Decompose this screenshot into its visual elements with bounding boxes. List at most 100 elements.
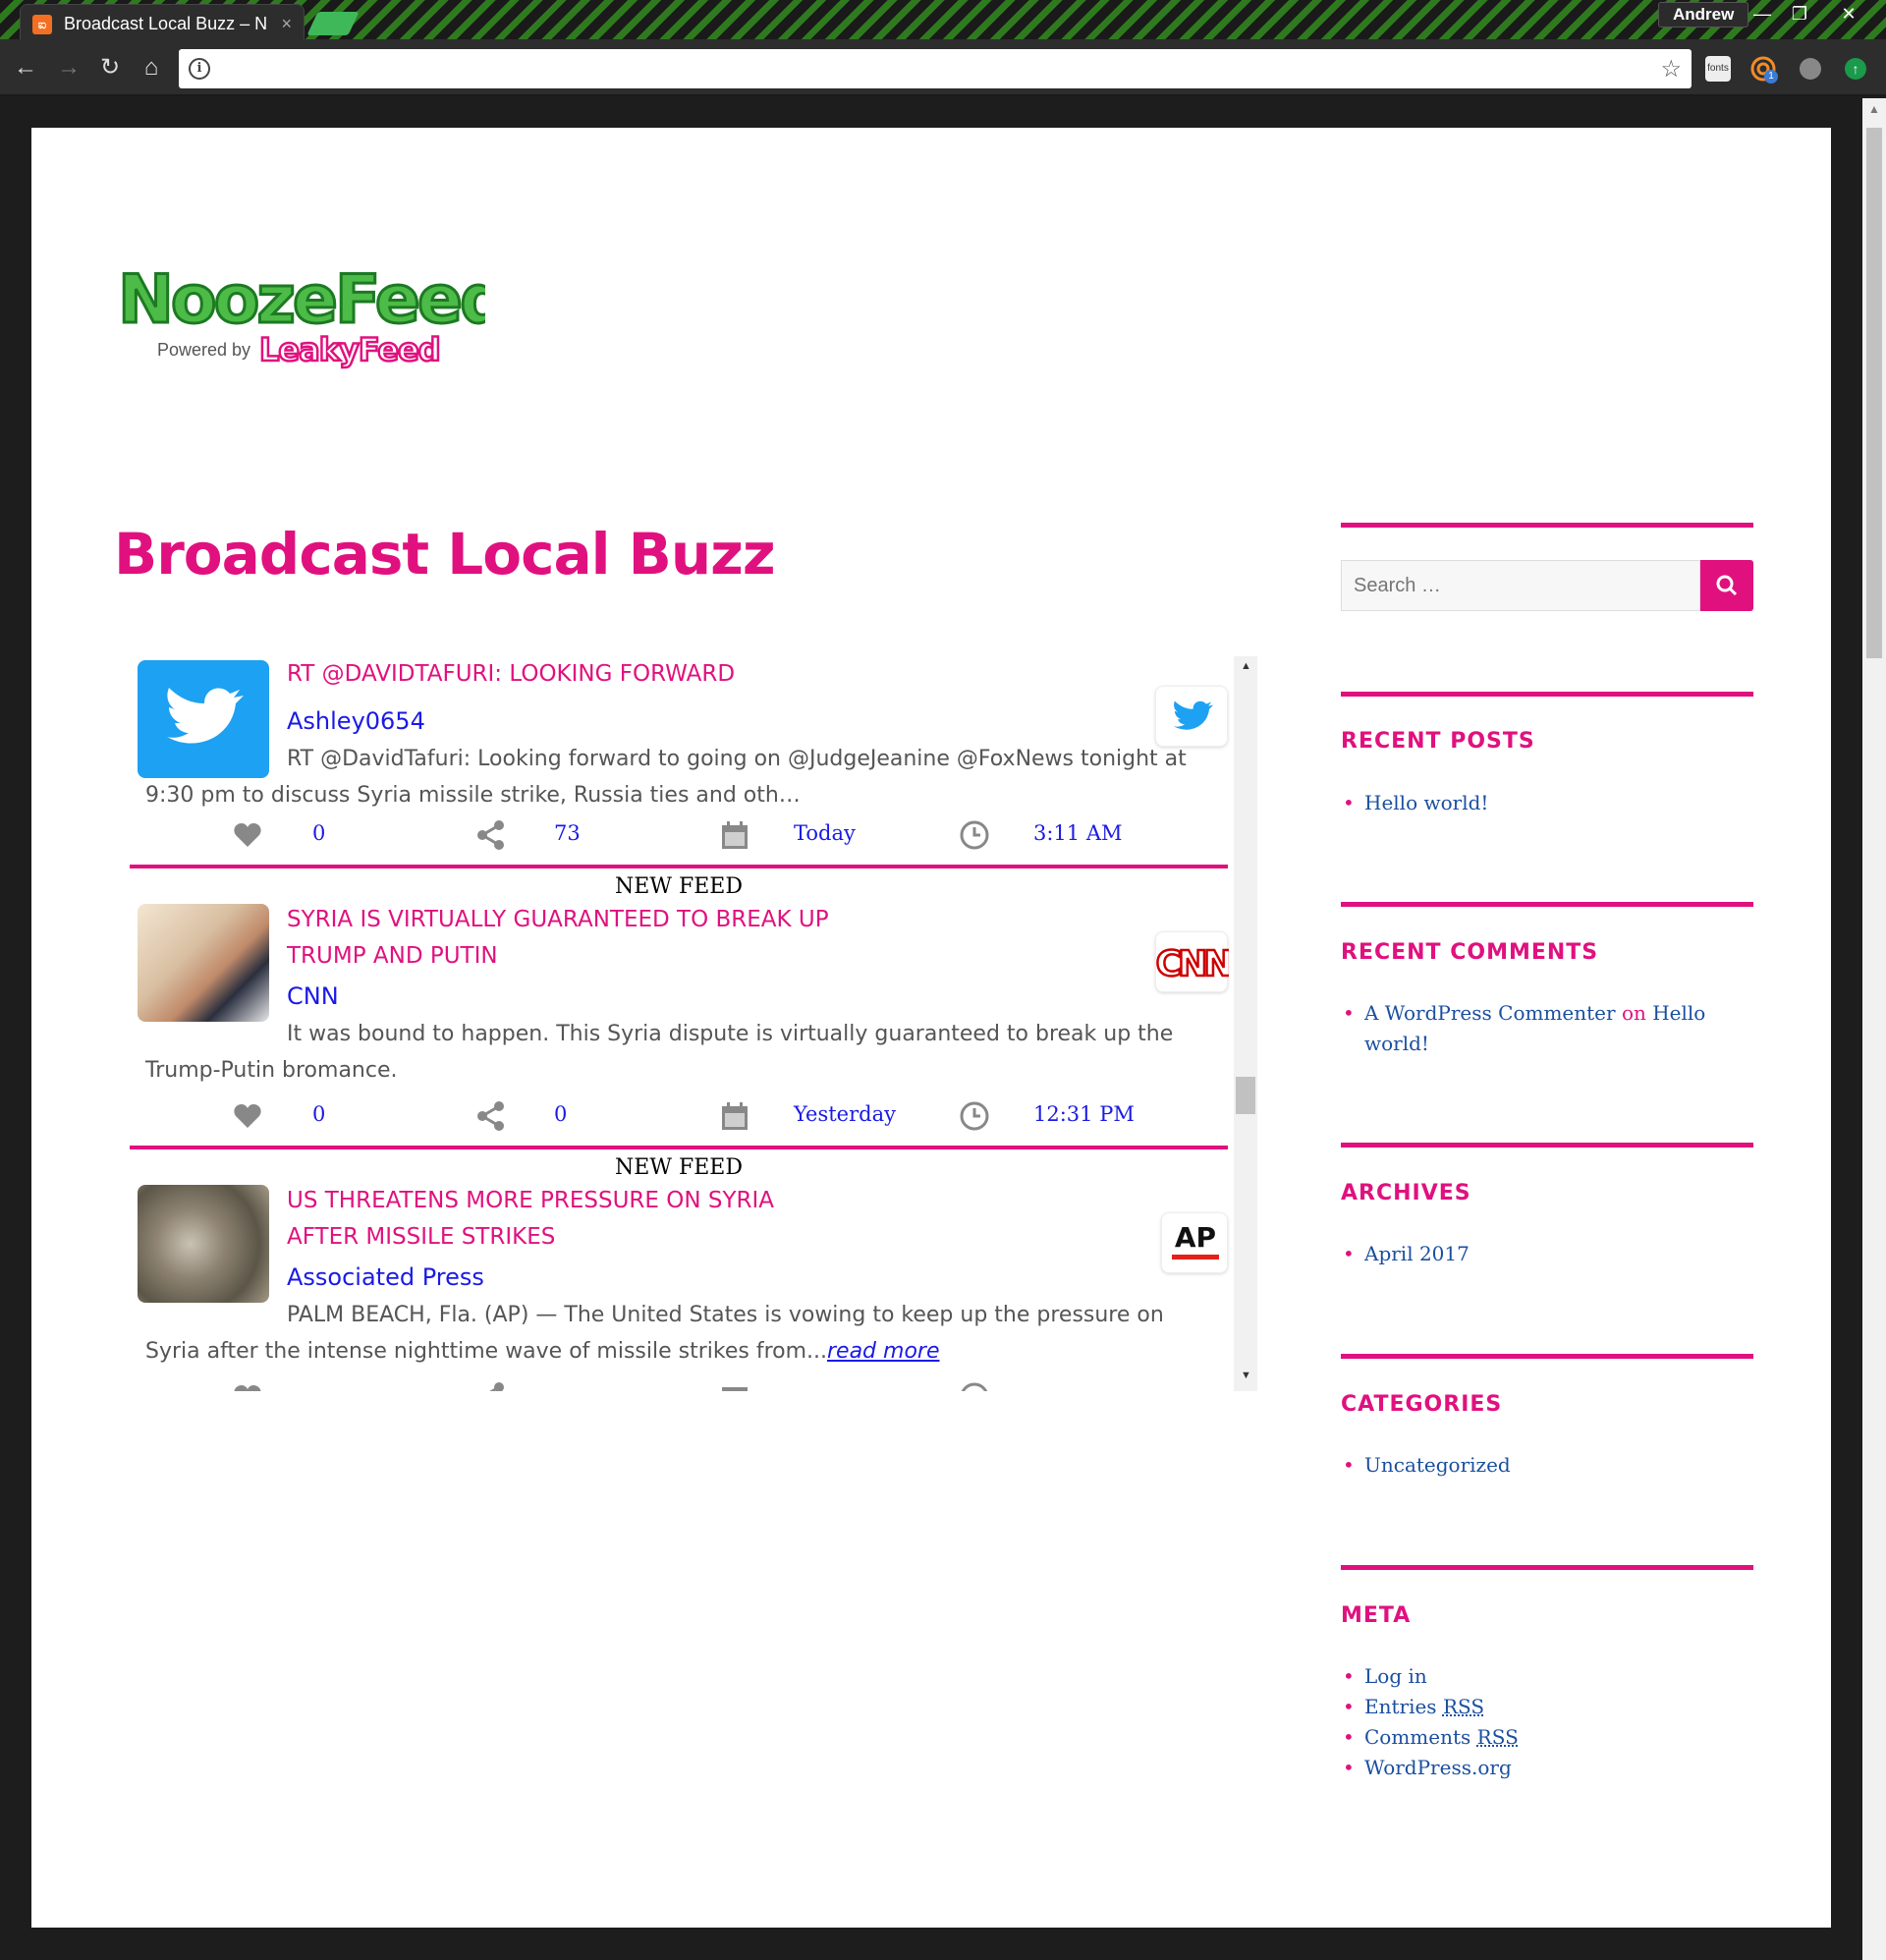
logo-brand-text: LeakyFeed bbox=[259, 331, 440, 368]
widget-divider bbox=[1341, 1354, 1753, 1359]
forward-icon[interactable]: → bbox=[53, 52, 84, 84]
close-window-icon[interactable]: ✕ bbox=[1827, 0, 1870, 28]
share-icon[interactable] bbox=[475, 1100, 507, 1132]
xampp-favicon-icon: ಐ bbox=[32, 14, 52, 34]
feed-divider bbox=[130, 1146, 1228, 1149]
page-body: NoozeFeed Powered by LeakyFeed Broadcast… bbox=[31, 128, 1831, 1928]
recent-post-link[interactable]: Hello world! bbox=[1343, 788, 1747, 818]
feed-scroll-down-icon[interactable]: ▼ bbox=[1241, 1370, 1251, 1381]
feed-time: 12:31 PM bbox=[1033, 1102, 1135, 1126]
feed-scroll-up-icon[interactable]: ▲ bbox=[1241, 660, 1251, 672]
browser-tab[interactable]: ಐ Broadcast Local Buzz – N × bbox=[20, 4, 305, 43]
archive-link[interactable]: April 2017 bbox=[1343, 1239, 1747, 1269]
calendar-icon bbox=[722, 1102, 748, 1130]
calendar-icon bbox=[722, 1387, 748, 1391]
feed-meta: 0 0 Yesterday 12:31 PM bbox=[130, 1096, 1228, 1136]
browser-titlebar: ಐ Broadcast Local Buzz – N × Andrew — ❐ … bbox=[0, 0, 1886, 43]
feed-source[interactable]: Ashley0654 bbox=[287, 707, 425, 735]
trump-photo-thumbnail[interactable] bbox=[138, 904, 269, 1022]
widget-divider bbox=[1341, 1143, 1753, 1148]
comment-author-link[interactable]: A WordPress Commenter bbox=[1364, 1001, 1616, 1025]
tab-close-icon[interactable]: × bbox=[281, 14, 292, 34]
update-arrow-icon[interactable]: ↑ bbox=[1845, 58, 1866, 80]
search-input[interactable] bbox=[1341, 560, 1700, 611]
back-icon[interactable]: ← bbox=[10, 52, 41, 84]
search-button[interactable] bbox=[1700, 560, 1753, 611]
share-icon[interactable] bbox=[475, 1381, 507, 1391]
feed-source[interactable]: CNN bbox=[287, 982, 339, 1010]
categories-title: CATEGORIES bbox=[1341, 1392, 1503, 1417]
like-count: 0 bbox=[312, 1102, 326, 1126]
home-icon[interactable]: ⌂ bbox=[136, 52, 167, 84]
info-icon[interactable]: i bbox=[189, 58, 210, 80]
recent-comment-item: A WordPress Commenter on Hello world! bbox=[1343, 998, 1747, 1059]
clock-icon bbox=[961, 1382, 988, 1391]
search-icon bbox=[1716, 575, 1738, 596]
feed-headline[interactable]: SYRIA IS VIRTUALLY GUARANTEED TO BREAK U… bbox=[287, 902, 837, 975]
reload-icon[interactable]: ↻ bbox=[94, 52, 126, 84]
address-bar[interactable]: i ☆ bbox=[179, 49, 1692, 88]
recent-comments-title: RECENT COMMENTS bbox=[1341, 940, 1599, 965]
feed-source[interactable]: Associated Press bbox=[287, 1263, 484, 1291]
heart-icon[interactable] bbox=[232, 1381, 263, 1391]
clock-icon bbox=[960, 820, 989, 850]
cnn-logo-text: CNN bbox=[1156, 944, 1229, 984]
share-icon[interactable] bbox=[475, 819, 507, 851]
bookmark-star-icon[interactable]: ☆ bbox=[1660, 55, 1682, 84]
read-more-link[interactable]: read more bbox=[827, 1339, 940, 1364]
search-form bbox=[1341, 560, 1753, 611]
feed-meta bbox=[130, 1377, 1228, 1391]
login-link[interactable]: Log in bbox=[1343, 1661, 1747, 1692]
meta-title: META bbox=[1341, 1603, 1412, 1628]
ap-logo-text: AP bbox=[1175, 1221, 1216, 1254]
restore-icon[interactable]: ❐ bbox=[1778, 0, 1821, 28]
share-count: 0 bbox=[554, 1102, 568, 1126]
meta-list: Log in Entries RSS Comments RSS WordPres… bbox=[1343, 1661, 1747, 1783]
feed-scrollbar-thumb[interactable] bbox=[1236, 1077, 1255, 1114]
site-logo[interactable]: NoozeFeed Powered by LeakyFeed bbox=[112, 249, 510, 386]
new-tab-button[interactable] bbox=[306, 12, 360, 35]
fonts-extension-icon[interactable]: fonts bbox=[1705, 56, 1731, 82]
clock-icon bbox=[960, 1101, 989, 1131]
extension-badge: 1 bbox=[1764, 70, 1778, 84]
satellite-photo-thumbnail[interactable] bbox=[138, 1185, 269, 1303]
logo-main-text: NoozeFeed bbox=[118, 261, 485, 339]
heart-icon[interactable] bbox=[232, 1100, 263, 1132]
scroll-up-icon[interactable]: ▲ bbox=[1868, 102, 1880, 116]
feed-scrollbar[interactable]: ▲ ▼ bbox=[1234, 656, 1257, 1391]
profile-button[interactable]: Andrew bbox=[1658, 2, 1749, 28]
settings-extension-icon[interactable] bbox=[1800, 58, 1821, 80]
page-title: Broadcast Local Buzz bbox=[114, 521, 776, 588]
widget-divider bbox=[1341, 523, 1753, 528]
tab-title: Broadcast Local Buzz – N bbox=[64, 14, 268, 33]
cnn-logo: CNN bbox=[1154, 931, 1235, 992]
comments-label: Comments bbox=[1364, 1725, 1471, 1749]
ap-logo: AP bbox=[1161, 1212, 1228, 1273]
wordpress-org-link[interactable]: WordPress.org bbox=[1343, 1753, 1747, 1783]
feed-date: Today bbox=[794, 821, 856, 845]
page-scrollbar-thumb[interactable] bbox=[1866, 128, 1882, 658]
feed-time: 3:11 AM bbox=[1033, 821, 1123, 845]
category-link[interactable]: Uncategorized bbox=[1343, 1450, 1747, 1481]
rss-extension-icon[interactable]: 1 bbox=[1750, 56, 1778, 84]
widget-divider bbox=[1341, 692, 1753, 697]
twitter-source-icon bbox=[1155, 686, 1228, 747]
feed-headline[interactable]: US THREATENS MORE PRESSURE ON SYRIA AFTE… bbox=[287, 1183, 837, 1256]
feed-excerpt: RT @DavidTafuri: Looking forward to goin… bbox=[145, 747, 1187, 808]
feed-headline[interactable]: RT @DAVIDTAFURI: LOOKING FORWARD bbox=[287, 656, 837, 693]
recent-comments-list: A WordPress Commenter on Hello world! bbox=[1343, 998, 1747, 1059]
calendar-icon bbox=[722, 821, 748, 849]
rss-abbr: RSS bbox=[1476, 1725, 1519, 1749]
page-scrollbar[interactable]: ▲ bbox=[1862, 98, 1886, 1960]
browser-toolbar: ← → ↻ ⌂ i ☆ fonts 1 ↑ bbox=[0, 39, 1886, 96]
heart-icon[interactable] bbox=[232, 819, 263, 851]
recent-posts-title: RECENT POSTS bbox=[1341, 729, 1535, 754]
share-count: 73 bbox=[554, 821, 581, 845]
new-feed-label: NEW FEED bbox=[615, 1155, 743, 1180]
new-feed-label: NEW FEED bbox=[615, 874, 743, 899]
comments-rss-link[interactable]: Comments RSS bbox=[1343, 1722, 1747, 1753]
entries-rss-link[interactable]: Entries RSS bbox=[1343, 1692, 1747, 1722]
news-feed: RT @DAVIDTAFURI: LOOKING FORWARD Ashley0… bbox=[130, 656, 1257, 1391]
feed-excerpt-text: PALM BEACH, Fla. (AP) — The United State… bbox=[145, 1303, 1164, 1364]
feed-excerpt: It was bound to happen. This Syria dispu… bbox=[145, 1022, 1174, 1083]
